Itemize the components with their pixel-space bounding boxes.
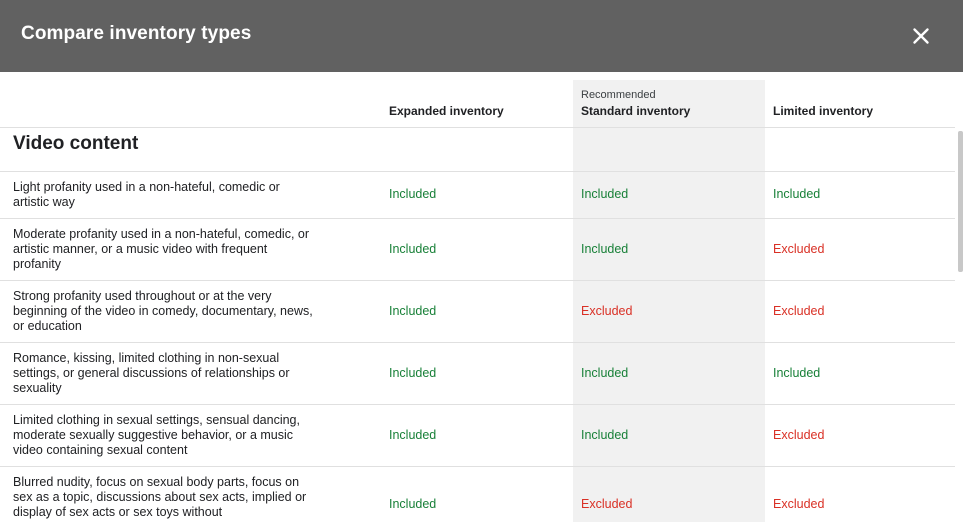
table-row: Blurred nudity, focus on sexual body par… xyxy=(0,467,955,522)
table-row: Romance, kissing, limited clothing in no… xyxy=(0,343,955,405)
expanded-status: Included xyxy=(389,497,437,511)
column-header-limited: Limited inventory xyxy=(773,104,874,118)
standard-status: Included xyxy=(581,366,629,380)
row-description: Romance, kissing, limited clothing in no… xyxy=(13,351,290,395)
row-description: Limited clothing in sexual settings, sen… xyxy=(13,413,300,457)
table-row: Limited clothing in sexual settings, sen… xyxy=(0,405,955,467)
limited-status: Excluded xyxy=(773,242,825,256)
scrollbar-thumb[interactable] xyxy=(958,131,963,272)
table-row: Moderate profanity used in a non-hateful… xyxy=(0,219,955,281)
table-header: Expanded inventory Recommended Standard … xyxy=(0,72,955,128)
expanded-status: Included xyxy=(389,242,437,256)
close-button[interactable] xyxy=(906,21,936,51)
column-header-expanded: Expanded inventory xyxy=(389,104,504,118)
row-description: Blurred nudity, focus on sexual body par… xyxy=(13,475,307,519)
row-description: Light profanity used in a non-hateful, c… xyxy=(13,180,280,209)
row-description: Strong profanity used throughout or at t… xyxy=(13,289,313,333)
close-icon xyxy=(913,28,929,44)
limited-status: Excluded xyxy=(773,497,825,511)
standard-status: Excluded xyxy=(581,304,633,318)
standard-status: Excluded xyxy=(581,497,633,511)
recommended-tag: Recommended xyxy=(581,89,656,101)
limited-status: Excluded xyxy=(773,428,825,442)
table-row: Light profanity used in a non-hateful, c… xyxy=(0,172,955,219)
standard-status: Included xyxy=(581,428,629,442)
expanded-status: Included xyxy=(389,428,437,442)
expanded-status: Included xyxy=(389,304,437,318)
dialog-header: Compare inventory types xyxy=(0,0,963,72)
limited-status: Excluded xyxy=(773,304,825,318)
section-header: Video content xyxy=(0,127,955,172)
table-row: Strong profanity used throughout or at t… xyxy=(0,281,955,343)
standard-status: Included xyxy=(581,187,629,201)
dialog-title: Compare inventory types xyxy=(21,23,252,44)
section-title: Video content xyxy=(13,133,139,154)
limited-status: Included xyxy=(773,366,821,380)
expanded-status: Included xyxy=(389,187,437,201)
limited-status: Included xyxy=(773,187,821,201)
row-description: Moderate profanity used in a non-hateful… xyxy=(13,227,310,271)
column-header-standard: Standard inventory xyxy=(581,104,691,118)
expanded-status: Included xyxy=(389,366,437,380)
comparison-table: Expanded inventory Recommended Standard … xyxy=(0,72,963,522)
standard-status: Included xyxy=(581,242,629,256)
